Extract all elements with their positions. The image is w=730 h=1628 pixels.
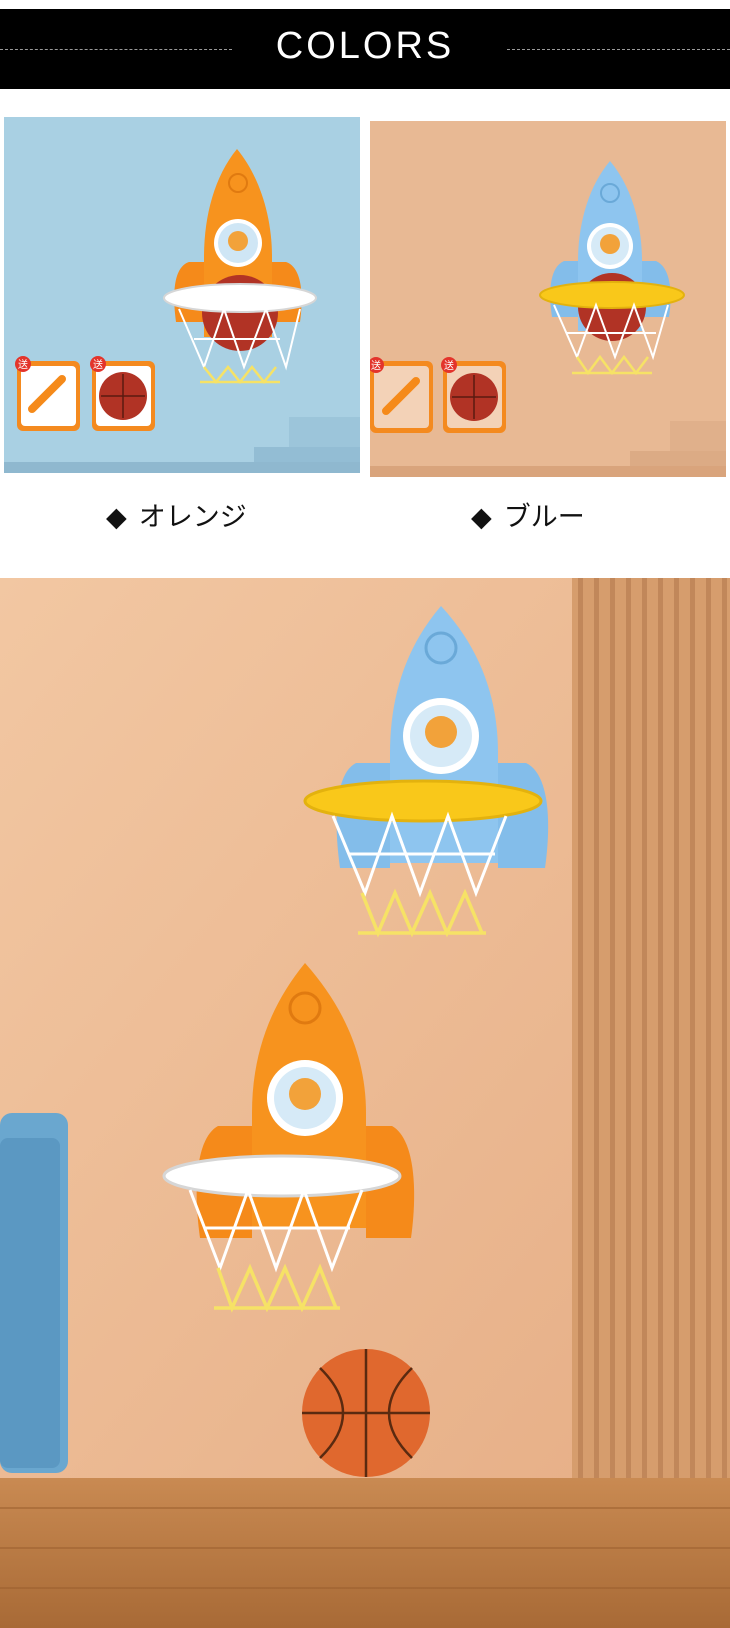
- gift-badge-ball: 送: [93, 358, 103, 371]
- orange-label-text: オレンジ: [138, 502, 247, 533]
- blue-variant-label[interactable]: ◆ ブルー: [471, 495, 585, 534]
- blue-rocket-hoop-illustration: 送 送: [370, 121, 726, 477]
- gift-badge-pump-blue: 送: [371, 359, 381, 372]
- wooden-floor: [0, 1478, 730, 1628]
- header-title: COLORS: [275, 25, 455, 67]
- lifestyle-scene-image: [0, 578, 730, 1628]
- lifestyle-scene-illustration: [0, 578, 730, 1628]
- orange-rocket-hoop-illustration: 送 送: [4, 117, 360, 473]
- blue-sofa: [0, 1113, 68, 1473]
- wood-slat-wall: [572, 578, 730, 1478]
- header-divider-right: [507, 49, 730, 50]
- colors-header: COLORS: [0, 9, 730, 89]
- diamond-icon: ◆: [471, 502, 492, 533]
- blue-variant-image[interactable]: 送 送: [370, 121, 726, 477]
- basketball: [302, 1349, 430, 1477]
- blue-label-text: ブルー: [503, 502, 585, 533]
- gift-badge-ball-blue: 送: [444, 359, 454, 372]
- gift-badge-pump: 送: [18, 358, 28, 371]
- orange-variant-image[interactable]: 送 送: [4, 117, 360, 473]
- diamond-icon: ◆: [106, 502, 127, 533]
- orange-variant-label[interactable]: ◆ オレンジ: [106, 495, 247, 534]
